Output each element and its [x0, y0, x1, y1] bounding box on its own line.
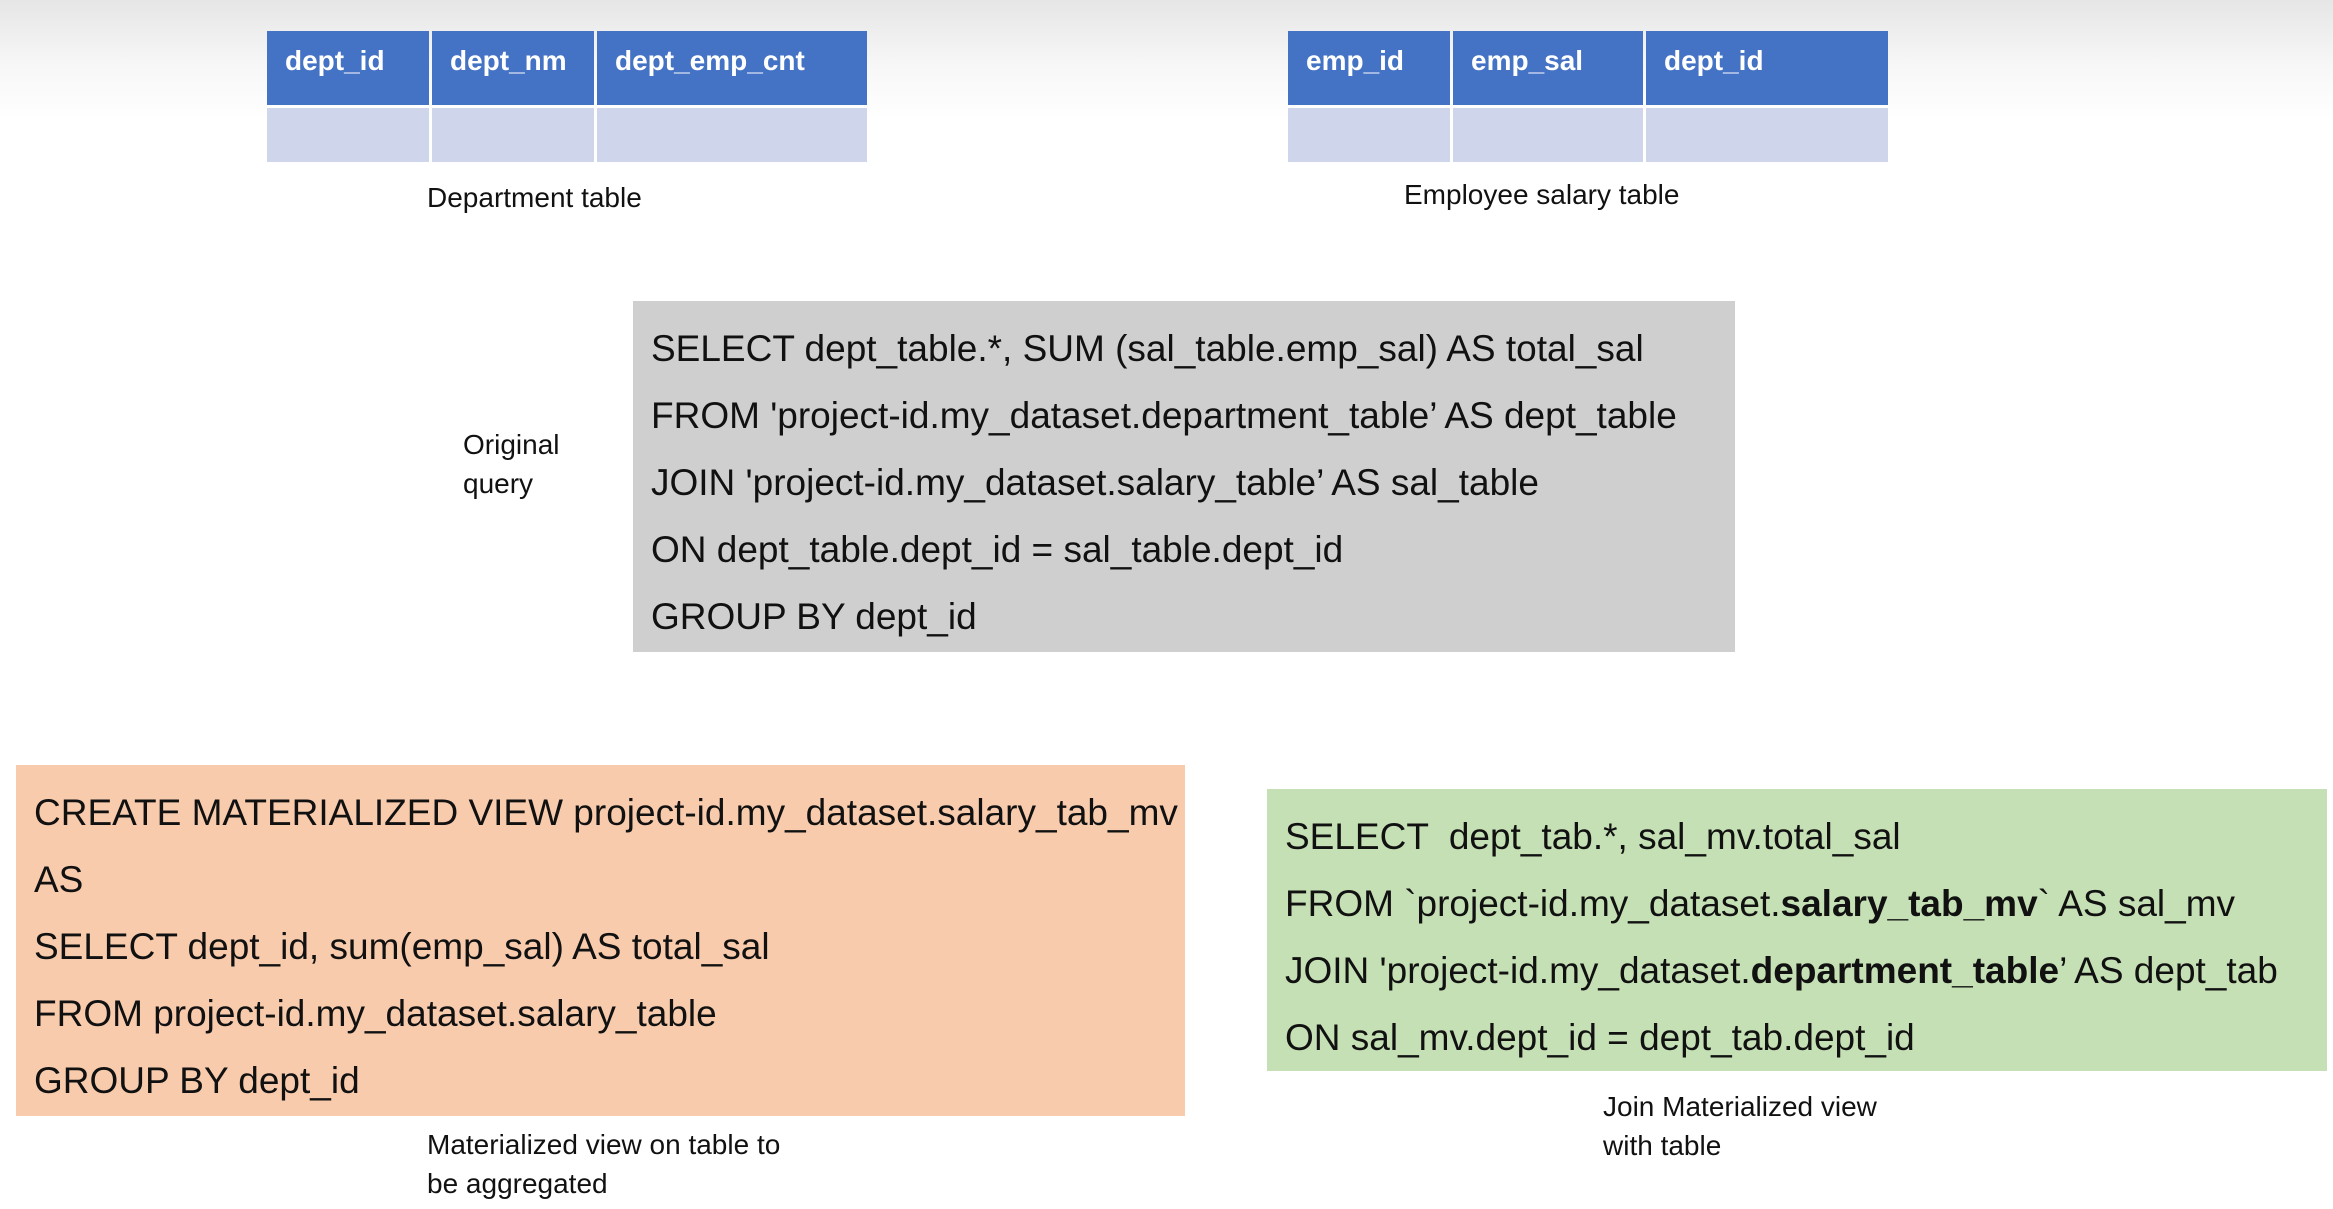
- department-table: dept_id dept_nm dept_emp_cnt: [264, 31, 870, 162]
- code-line: CREATE MATERIALIZED VIEW project-id.my_d…: [34, 792, 1178, 833]
- column-header: dept_id: [267, 31, 429, 108]
- department-table-header: dept_id dept_nm dept_emp_cnt: [267, 31, 867, 108]
- code-line: SELECT dept_tab.*, sal_mv.total_sal: [1285, 816, 1901, 857]
- code-line: AS: [34, 859, 84, 900]
- code-highlight: salary_tab_mv: [1780, 883, 2038, 924]
- code-text: FROM `project-id.my_dataset.: [1285, 883, 1781, 924]
- department-table-row: [267, 108, 867, 162]
- original-query-label-line: query: [463, 468, 534, 499]
- code-line: FROM project-id.my_dataset.salary_table: [34, 993, 717, 1034]
- column-header: emp_id: [1288, 31, 1450, 108]
- code-highlight: department_table: [1750, 950, 2060, 991]
- code-line: ON sal_mv.dept_id = dept_tab.dept_id: [1285, 1017, 1915, 1058]
- code-line: JOIN 'project-id.my_dataset.salary_table…: [651, 462, 1539, 503]
- code-line: FROM `project-id.my_dataset.salary_tab_m…: [1285, 870, 2309, 937]
- join-query-box: SELECT dept_tab.*, sal_mv.total_sal FROM…: [1267, 789, 2327, 1071]
- code-line: SELECT dept_id, sum(emp_sal) AS total_sa…: [34, 926, 770, 967]
- join-query-caption: Join Materialized view with table: [1603, 1087, 1877, 1165]
- salary-table: emp_id emp_sal dept_id: [1285, 31, 1891, 162]
- code-line: FROM 'project-id.my_dataset.department_t…: [651, 395, 1677, 436]
- caption-line: be aggregated: [427, 1168, 608, 1199]
- salary-table-caption: Employee salary table: [1404, 179, 1680, 210]
- original-query-box: SELECT dept_table.*, SUM (sal_table.emp_…: [633, 301, 1735, 652]
- code-line: GROUP BY dept_id: [651, 596, 977, 637]
- caption-line: Join Materialized view: [1603, 1091, 1877, 1122]
- caption-line: Materialized view on table to: [427, 1129, 781, 1160]
- column-header: dept_emp_cnt: [597, 31, 867, 108]
- code-line: GROUP BY dept_id: [34, 1060, 360, 1101]
- caption-line: with table: [1603, 1130, 1722, 1161]
- department-table-caption: Department table: [427, 182, 642, 213]
- column-header: dept_id: [1646, 31, 1888, 108]
- salary-table-header: emp_id emp_sal dept_id: [1288, 31, 1888, 108]
- column-header: dept_nm: [432, 31, 594, 108]
- code-text: ’ AS dept_tab: [2059, 950, 2278, 991]
- table-cell: [1646, 108, 1888, 162]
- salary-table-row: [1288, 108, 1888, 162]
- code-line: ON dept_table.dept_id = sal_table.dept_i…: [651, 529, 1344, 570]
- original-query-label: Original query: [463, 425, 559, 503]
- code-text: JOIN 'project-id.my_dataset.: [1285, 950, 1751, 991]
- table-cell: [1453, 108, 1643, 162]
- code-line: SELECT dept_table.*, SUM (sal_table.emp_…: [651, 328, 1644, 369]
- materialized-view-caption: Materialized view on table to be aggrega…: [427, 1125, 780, 1203]
- table-cell: [597, 108, 867, 162]
- column-header: emp_sal: [1453, 31, 1643, 108]
- table-cell: [432, 108, 594, 162]
- table-cell: [267, 108, 429, 162]
- table-cell: [1288, 108, 1450, 162]
- code-text: ` AS sal_mv: [2037, 883, 2236, 924]
- materialized-view-box: CREATE MATERIALIZED VIEW project-id.my_d…: [16, 765, 1185, 1116]
- code-line: JOIN 'project-id.my_dataset.department_t…: [1285, 937, 2309, 1004]
- original-query-label-line: Original: [463, 429, 560, 460]
